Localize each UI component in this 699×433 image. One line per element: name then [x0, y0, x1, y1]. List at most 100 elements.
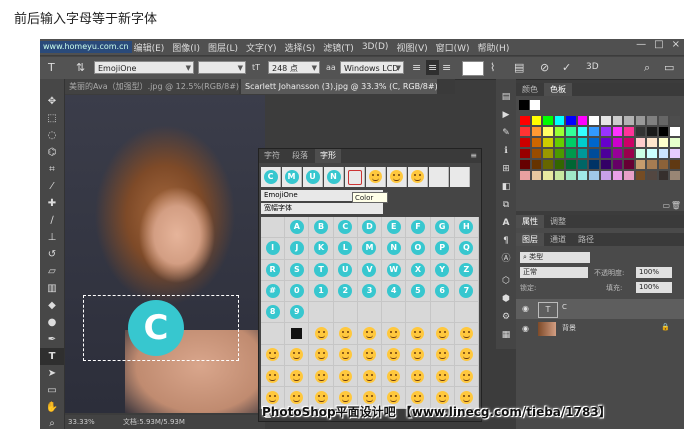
swatch-strip-icon[interactable]: ◧	[496, 179, 516, 195]
glyph-cell[interactable]: F	[406, 217, 431, 239]
color-swatch[interactable]	[553, 159, 566, 170]
brush-settings-icon[interactable]: ✎	[496, 125, 516, 141]
glyph-cell[interactable]: 6	[430, 280, 455, 303]
glyph-cell[interactable]: #	[261, 280, 286, 303]
3d-panel-icon[interactable]: ⬡	[496, 273, 516, 289]
text-orientation-icon[interactable]: ⇅	[76, 60, 85, 75]
glyph-cell[interactable]	[333, 302, 358, 324]
glyph-cell[interactable]: E	[382, 217, 407, 239]
color-swatch[interactable]	[530, 137, 543, 148]
glyph-cell[interactable]: I	[261, 238, 286, 260]
glyph-cell[interactable]: T	[309, 259, 334, 281]
move-tool-icon[interactable]: ✥	[40, 93, 64, 110]
libraries-icon[interactable]: ⚙	[496, 309, 516, 325]
color-swatch[interactable]	[599, 115, 612, 126]
glyph-cell[interactable]	[406, 366, 431, 388]
glyph-cell[interactable]	[333, 323, 358, 345]
font-family-select[interactable]: EmojiOne ▼	[94, 61, 194, 74]
glyph-cell[interactable]: B	[309, 217, 334, 239]
color-swatch[interactable]	[634, 148, 647, 159]
glyph-cell[interactable]: P	[430, 238, 455, 260]
tab-paths[interactable]: 路径	[572, 233, 600, 246]
recent-glyph[interactable]	[345, 167, 365, 187]
color-swatch[interactable]	[542, 115, 554, 126]
color-swatch[interactable]	[565, 148, 577, 159]
glyph-cell[interactable]	[333, 344, 358, 367]
color-swatch[interactable]	[519, 115, 531, 126]
tab-ava-doc[interactable]: 美丽的Ava（加强型）.jpg @ 12.5%(RGB/8#)	[65, 79, 239, 94]
antialias-select[interactable]: Windows LCD ▼	[340, 61, 404, 74]
color-swatch[interactable]	[542, 159, 554, 170]
color-swatch[interactable]	[611, 126, 624, 137]
color-swatch[interactable]	[553, 170, 566, 181]
glyph-cell[interactable]: 0	[285, 280, 310, 303]
recent-glyph[interactable]: C	[261, 167, 281, 187]
align-right-icon[interactable]: ≡	[442, 60, 451, 75]
glyph-cell[interactable]: L	[333, 238, 358, 260]
color-swatch[interactable]	[623, 115, 635, 126]
visibility-eye-icon[interactable]: ◉	[522, 304, 529, 313]
color-swatch[interactable]	[530, 115, 543, 126]
tab-character[interactable]: 字符	[259, 149, 285, 163]
glyph-cell[interactable]	[430, 344, 455, 367]
commit-edit-icon[interactable]: ✓	[562, 60, 571, 75]
blend-mode-select[interactable]: 正常	[520, 267, 588, 278]
actions-icon[interactable]: ▶	[496, 107, 516, 123]
panel-menu-icon[interactable]: ≡	[470, 149, 477, 163]
3d-icon[interactable]: 3D	[586, 60, 599, 75]
color-swatch[interactable]	[599, 170, 612, 181]
glyph-cell[interactable]	[406, 302, 431, 324]
glyph-cell[interactable]	[382, 323, 407, 345]
quick-select-tool-icon[interactable]: ⌬	[40, 144, 64, 161]
color-swatch[interactable]	[530, 148, 543, 159]
color-swatch[interactable]	[530, 159, 543, 170]
glyph-cell[interactable]	[261, 323, 286, 345]
color-swatch[interactable]	[623, 126, 635, 137]
glyph-cell[interactable]	[261, 217, 286, 239]
glyph-cell[interactable]	[454, 323, 479, 345]
menu-3d[interactable]: 3D(D)	[362, 42, 389, 52]
warp-text-icon[interactable]: ⌇	[490, 60, 495, 75]
foreground-swatch[interactable]	[519, 100, 529, 110]
color-swatch[interactable]	[553, 137, 566, 148]
visibility-eye-icon[interactable]: ◉	[522, 324, 529, 333]
layer-comps-icon[interactable]: ▦	[496, 327, 516, 343]
search-icon[interactable]: ⌕	[644, 60, 650, 75]
glyph-cell[interactable]	[382, 302, 407, 324]
glyph-cell[interactable]	[406, 323, 431, 345]
color-swatch[interactable]	[576, 170, 589, 181]
color-swatch[interactable]	[553, 115, 566, 126]
color-swatch[interactable]	[542, 126, 554, 137]
glyph-cell[interactable]	[357, 344, 383, 367]
recent-glyph[interactable]	[429, 167, 449, 187]
tab-paragraph[interactable]: 段落	[287, 149, 313, 163]
background-swatch[interactable]	[530, 100, 540, 110]
recent-glyph[interactable]	[387, 167, 407, 187]
glyph-cell[interactable]: O	[406, 238, 431, 260]
color-swatch[interactable]	[669, 148, 681, 159]
color-swatch[interactable]	[611, 148, 624, 159]
glyph-cell[interactable]: 5	[406, 280, 431, 303]
glyph-cell[interactable]	[285, 323, 310, 345]
color-swatch[interactable]	[519, 148, 531, 159]
marquee-tool-icon[interactable]: ⬚	[40, 110, 64, 127]
color-swatch[interactable]	[542, 148, 554, 159]
opacity-field[interactable]: 100%	[636, 267, 672, 278]
cancel-edit-icon[interactable]: ⊘	[540, 60, 549, 75]
color-swatch[interactable]	[588, 126, 600, 137]
color-swatch[interactable]	[657, 170, 670, 181]
color-swatch[interactable]	[519, 159, 531, 170]
glyph-cell[interactable]	[261, 366, 286, 388]
glyph-cell[interactable]: K	[309, 238, 334, 260]
color-swatch[interactable]	[646, 159, 658, 170]
color-swatch[interactable]	[565, 115, 577, 126]
tab-color[interactable]: 颜色	[516, 83, 544, 96]
menu-select[interactable]: 选择(S)	[285, 41, 316, 54]
glyphs-icon[interactable]: Ⓐ	[496, 251, 516, 267]
eraser-tool-icon[interactable]: ▱	[40, 263, 64, 280]
color-swatch[interactable]	[611, 115, 624, 126]
layer-kind-filter[interactable]: ⌕ 类型	[520, 252, 590, 263]
recent-glyph[interactable]: U	[303, 167, 323, 187]
color-swatch[interactable]	[588, 137, 600, 148]
color-swatch[interactable]	[588, 148, 600, 159]
